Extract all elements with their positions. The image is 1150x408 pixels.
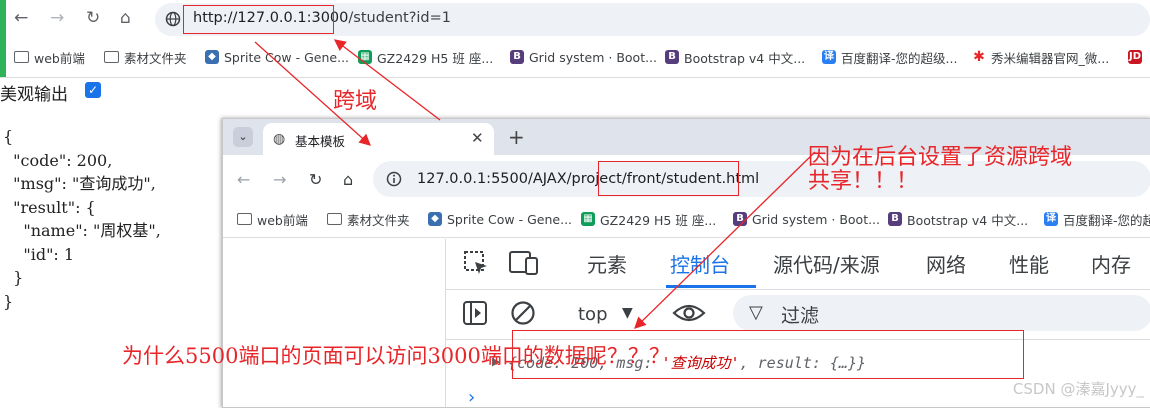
arrow-to-tab <box>254 41 371 146</box>
arrow-to-3000 <box>333 39 441 121</box>
arrow-to-console <box>634 151 816 329</box>
watermark: CSDN @溱嘉Jyyy_ <box>1012 380 1144 398</box>
annotation-arrows <box>254 39 816 329</box>
